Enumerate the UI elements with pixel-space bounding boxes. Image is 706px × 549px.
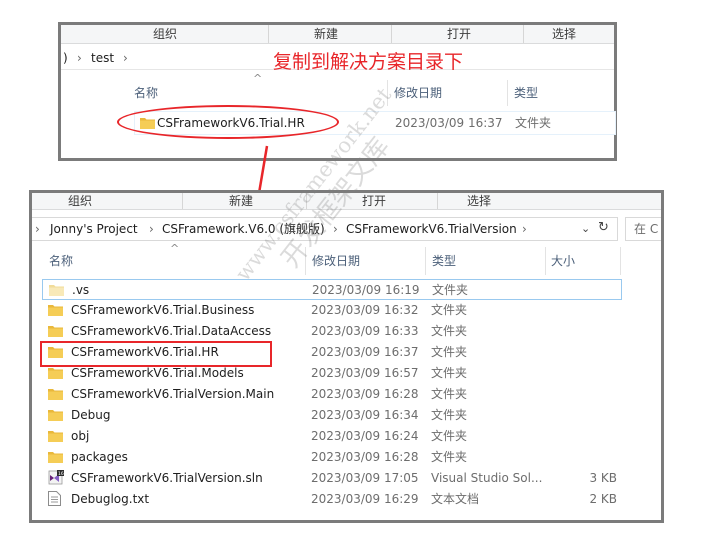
file-row[interactable]: packages 2023/03/09 16:28 文件夹 [42, 447, 620, 468]
breadcrumb-separator-icon: › [35, 222, 40, 236]
file-row[interactable]: Debug 2023/03/09 16:34 文件夹 [42, 405, 620, 426]
file-name: CSFrameworkV6.Trial.DataAccess [71, 324, 272, 338]
breadcrumb-jonnys-project[interactable]: Jonny's Project [50, 221, 138, 237]
file-list: .vs 2023/03/09 16:19 文件夹 CSFrameworkV6.Tria… [32, 279, 661, 519]
file-type: 文件夹 [431, 387, 468, 401]
file-modified: 2023/03/09 16:28 [311, 387, 419, 401]
file-row[interactable]: Debuglog.txt 2023/03/09 16:29 文本文档 2 KB [42, 489, 620, 510]
svg-text:16: 16 [58, 471, 64, 477]
file-modified: 2023/03/09 16:37 [311, 345, 419, 359]
ribbon-group-new[interactable]: 新建 [229, 193, 253, 209]
file-type: 文件夹 [431, 324, 468, 338]
file-row[interactable]: .vs 2023/03/09 16:19 文件夹 [42, 279, 622, 300]
highlight-rectangle [40, 341, 272, 367]
file-name: CSFrameworkV6.Trial.Business [71, 303, 255, 317]
file-modified: 2023/03/09 16:29 [311, 492, 419, 506]
file-name: CSFrameworkV6.TrialVersion.Main [71, 387, 275, 401]
file-row[interactable]: obj 2023/03/09 16:24 文件夹 [42, 426, 620, 447]
column-header-size[interactable]: 大小 [551, 253, 575, 269]
file-type: 文本文档 [431, 492, 480, 506]
file-name: CSFrameworkV6.Trial.Models [71, 366, 244, 380]
folder-icon [48, 430, 63, 442]
breadcrumb-separator-icon: › [149, 222, 154, 236]
file-size: 3 KB [589, 471, 617, 485]
folder-icon [48, 451, 63, 463]
file-row[interactable]: CSFrameworkV6.Trial.Business 2023/03/09 1… [42, 300, 620, 321]
text-file-icon [48, 491, 61, 506]
folder-light-icon [49, 284, 64, 296]
file-row[interactable]: 16 CSFrameworkV6.TrialVersion.sln 2023/03/… [42, 468, 620, 489]
file-modified: 2023/03/09 16:57 [311, 366, 419, 380]
file-name: CSFrameworkV6.TrialVersion.sln [71, 471, 263, 485]
file-modified: 2023/03/09 17:05 [311, 471, 419, 485]
bottom-explorer-window: 组织 新建 打开 选择 › Jonny's Project › CSFramew… [29, 190, 664, 523]
file-name: Debuglog.txt [71, 492, 150, 506]
file-modified: 2023/03/09 16:33 [311, 324, 419, 338]
breadcrumb-separator-icon: › [522, 222, 527, 236]
breadcrumb-trial-version[interactable]: CSFrameworkV6.TrialVersion [346, 221, 517, 237]
ribbon-group-open[interactable]: 打开 [362, 193, 386, 209]
file-modified: 2023/03/09 16:19 [312, 283, 420, 297]
sort-up-chevron-icon: ^ [170, 242, 180, 255]
folder-icon [48, 304, 63, 316]
file-name: packages [71, 450, 128, 464]
column-header-name[interactable]: 名称 [49, 253, 73, 269]
file-type: 文件夹 [431, 366, 468, 380]
file-row[interactable]: CSFrameworkV6.TrialVersion.Main 2023/03/0… [42, 384, 620, 405]
file-row[interactable]: CSFrameworkV6.Trial.DataAccess 2023/03/09… [42, 321, 620, 342]
search-box[interactable]: 在 C [625, 217, 661, 241]
file-type: 文件夹 [431, 408, 468, 422]
column-header-type[interactable]: 类型 [432, 253, 456, 269]
file-size: 2 KB [589, 492, 617, 506]
folder-icon [48, 388, 63, 400]
ribbon-group-select[interactable]: 选择 [467, 193, 491, 209]
file-type: 文件夹 [431, 429, 468, 443]
ribbon-group-organize[interactable]: 组织 [68, 193, 92, 209]
file-type: Visual Studio Sol... [431, 471, 543, 485]
visual-studio-solution-icon: 16 [48, 470, 64, 485]
file-modified: 2023/03/09 16:24 [311, 429, 419, 443]
file-type: 文件夹 [431, 303, 468, 317]
search-placeholder: 在 C [634, 222, 659, 236]
column-header-modified[interactable]: 修改日期 [312, 253, 360, 269]
file-modified: 2023/03/09 16:28 [311, 450, 419, 464]
file-modified: 2023/03/09 16:34 [311, 408, 419, 422]
folder-icon [48, 367, 63, 379]
refresh-icon[interactable]: ↻ [598, 220, 609, 236]
address-dropdown-chevron-icon[interactable]: ⌄ [581, 221, 590, 237]
file-type: 文件夹 [431, 345, 468, 359]
file-type: 文件夹 [431, 450, 468, 464]
file-modified: 2023/03/09 16:32 [311, 303, 419, 317]
file-name: Debug [71, 408, 111, 422]
file-type: 文件夹 [432, 283, 469, 297]
folder-icon [48, 325, 63, 337]
folder-icon [48, 409, 63, 421]
file-name: obj [71, 429, 90, 443]
file-name: .vs [72, 283, 90, 297]
